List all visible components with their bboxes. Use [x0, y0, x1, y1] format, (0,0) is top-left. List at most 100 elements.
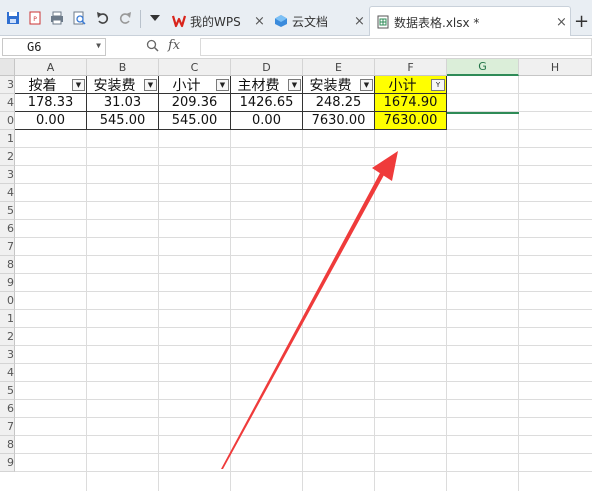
print-preview-icon[interactable] [70, 9, 88, 27]
gridline-horizontal [15, 381, 592, 382]
gridline-vertical [374, 76, 375, 491]
header-label: 安装费 [93, 77, 136, 94]
gridline-horizontal [15, 183, 592, 184]
table-header-cell[interactable]: 按着 ▼ [15, 76, 87, 94]
column-header-h[interactable]: H [519, 59, 592, 76]
filter-dropdown-icon[interactable]: ▼ [144, 79, 157, 91]
zoom-formula-icon[interactable] [146, 39, 159, 55]
cloud-doc-icon [274, 14, 288, 28]
column-header-g[interactable]: G [447, 59, 519, 76]
table-cell[interactable]: 7630.00 [303, 112, 375, 130]
gridline-horizontal [15, 363, 592, 364]
table-cell[interactable]: 0.00 [15, 112, 87, 130]
table-header-cell[interactable]: 主材费 ▼ [231, 76, 303, 94]
tab-label: 云文档 [292, 14, 329, 29]
row-header[interactable]: 4 [0, 94, 15, 112]
row-header[interactable]: 5 [0, 202, 15, 220]
table-cell[interactable]: 545.00 [87, 112, 159, 130]
gridline-horizontal [15, 273, 592, 274]
tab-my-wps[interactable]: 我的WPS × [170, 6, 270, 36]
tab-cloud-docs[interactable]: 云文档 × [274, 6, 370, 36]
name-box[interactable]: G6 ▼ [2, 38, 106, 56]
gridline-vertical [86, 76, 87, 491]
select-all-corner[interactable] [0, 59, 15, 76]
row-header[interactable]: 4 [0, 364, 15, 382]
row-header[interactable]: 5 [0, 382, 15, 400]
table-cell[interactable]: 178.33 [15, 94, 87, 112]
table-cell[interactable]: 1426.65 [231, 94, 303, 112]
row-header[interactable]: 1 [0, 130, 15, 148]
row-header[interactable]: 6 [0, 400, 15, 418]
row-header[interactable]: 1 [0, 310, 15, 328]
wps-logo-icon [172, 14, 186, 28]
column-header-b[interactable]: B [87, 59, 159, 76]
column-header-e[interactable]: E [303, 59, 375, 76]
row-header[interactable]: 9 [0, 454, 15, 472]
row-header[interactable]: 3 [0, 166, 15, 184]
row-header[interactable]: 3 [0, 346, 15, 364]
table-header-cell[interactable]: 小计 Y [375, 76, 447, 94]
gridline-vertical [302, 76, 303, 491]
gridline-horizontal [15, 471, 592, 472]
row-header[interactable]: 8 [0, 436, 15, 454]
undo-icon[interactable] [94, 9, 112, 27]
row-header[interactable]: 7 [0, 238, 15, 256]
table-cell[interactable]: 0.00 [231, 112, 303, 130]
tab-spreadsheet[interactable]: 数据表格.xlsx * × [369, 6, 571, 37]
close-icon[interactable]: × [254, 14, 265, 29]
table-cell[interactable]: 1674.90 [375, 94, 447, 112]
row-header[interactable]: 8 [0, 256, 15, 274]
save-icon[interactable] [4, 9, 22, 27]
close-icon[interactable]: × [556, 15, 567, 30]
row-header[interactable]: 4 [0, 184, 15, 202]
column-header-a[interactable]: A [15, 59, 87, 76]
row-header[interactable]: 9 [0, 274, 15, 292]
gridline-horizontal [15, 291, 592, 292]
column-header-f[interactable]: F [375, 59, 447, 76]
new-tab-button[interactable]: + [574, 6, 592, 36]
table-header-cell[interactable]: 安装费 ▼ [303, 76, 375, 94]
row-header[interactable]: 6 [0, 220, 15, 238]
gridline-horizontal [15, 237, 592, 238]
filter-dropdown-icon[interactable]: ▼ [72, 79, 85, 91]
gridline-horizontal [15, 417, 592, 418]
table-cell[interactable]: 545.00 [159, 112, 231, 130]
table-header-cell[interactable]: 小计 ▼ [159, 76, 231, 94]
filter-dropdown-icon[interactable]: ▼ [360, 79, 373, 91]
row-header[interactable]: 0 [0, 112, 15, 130]
row-header[interactable]: 0 [0, 292, 15, 310]
table-cell[interactable]: 248.25 [303, 94, 375, 112]
filter-active-icon[interactable]: Y [431, 79, 445, 91]
redo-icon[interactable] [116, 9, 134, 27]
toolbar-separator [140, 10, 141, 28]
formula-bar: G6 ▼ fx [0, 36, 592, 59]
gridline-vertical [446, 76, 447, 491]
close-icon[interactable]: × [354, 14, 365, 29]
chevron-down-icon[interactable]: ▼ [96, 41, 101, 50]
formula-input[interactable] [200, 38, 592, 56]
row-header[interactable]: 7 [0, 418, 15, 436]
row-header[interactable]: 2 [0, 328, 15, 346]
column-header-c[interactable]: C [159, 59, 231, 76]
header-label: 小计 [172, 77, 201, 94]
insert-function-button[interactable]: fx [168, 38, 180, 53]
chevron-down-icon[interactable] [146, 9, 164, 27]
print-icon[interactable] [48, 9, 66, 27]
gridline-horizontal [15, 345, 592, 346]
row-header[interactable]: 3 [0, 76, 15, 94]
table-cell[interactable]: 209.36 [159, 94, 231, 112]
export-pdf-icon[interactable]: P [26, 9, 44, 27]
header-label: 安装费 [309, 77, 352, 94]
table-cell[interactable]: 7630.00 [375, 112, 447, 130]
gridline-horizontal [15, 219, 592, 220]
arrow-head [372, 151, 398, 181]
header-label: 小计 [388, 77, 417, 94]
table-cell[interactable]: 31.03 [87, 94, 159, 112]
tab-label: 数据表格.xlsx * [394, 15, 480, 30]
column-header-d[interactable]: D [231, 59, 303, 76]
table-header-cell[interactable]: 安装费 ▼ [87, 76, 159, 94]
gridline-vertical [158, 76, 159, 491]
filter-dropdown-icon[interactable]: ▼ [288, 79, 301, 91]
filter-dropdown-icon[interactable]: ▼ [216, 79, 229, 91]
row-header[interactable]: 2 [0, 148, 15, 166]
